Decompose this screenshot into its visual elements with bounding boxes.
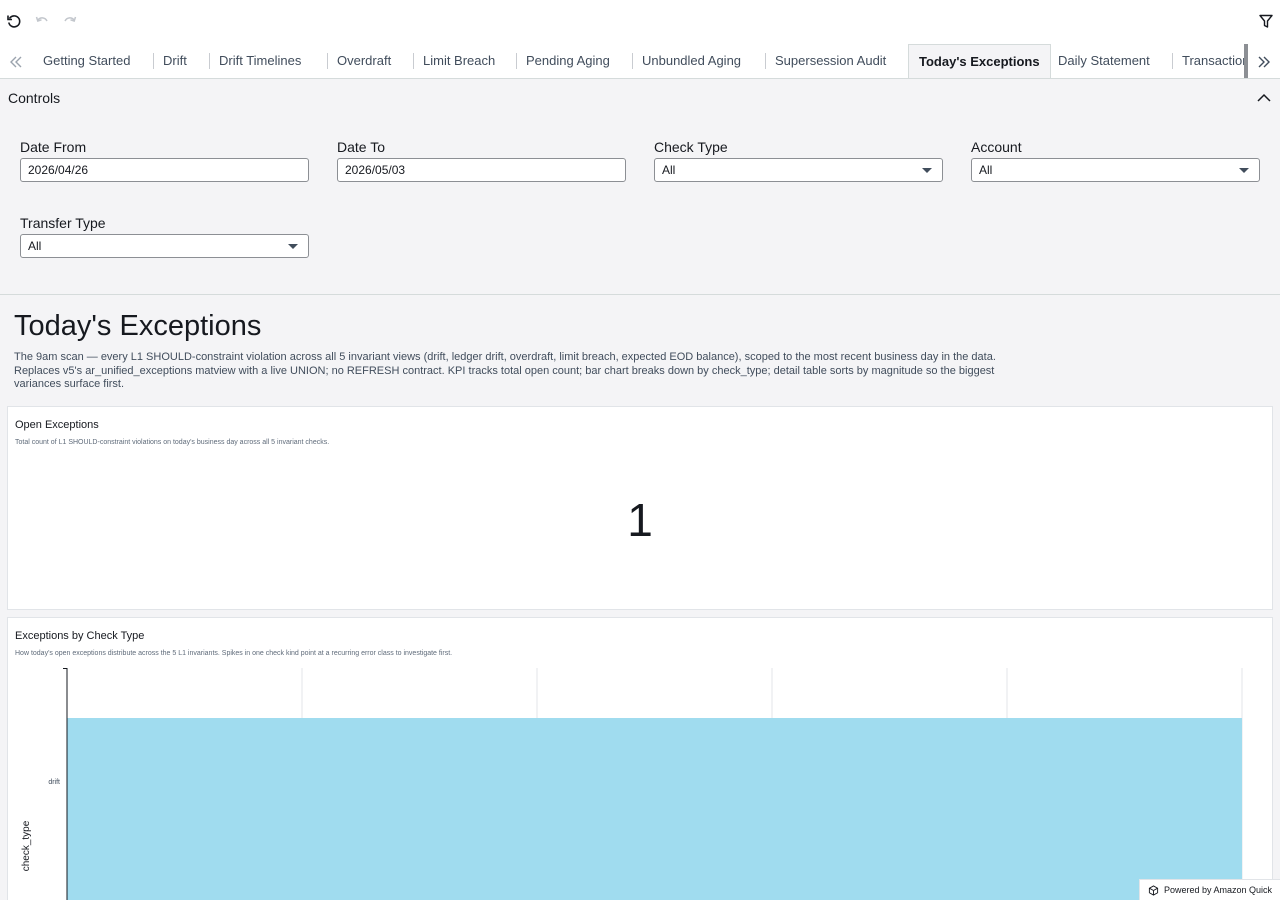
tab-unbundled-aging[interactable]: Unbundled Aging [632, 44, 751, 78]
caret-down-icon [1239, 168, 1249, 173]
check-type-value: All [662, 163, 676, 177]
tab-label: Unbundled Aging [642, 53, 742, 68]
exceptions-by-check-type-chart[interactable]: Exceptions by Check Type How today's ope… [7, 617, 1273, 900]
tab-daily-statement[interactable]: Daily Statement [1048, 44, 1160, 78]
date-from-control: Date From 2026/04/26 [20, 137, 309, 182]
transfer-type-select[interactable]: All [20, 234, 309, 258]
tab-transactions[interactable]: Transactions [1172, 44, 1248, 78]
tab-label: Drift Timelines [219, 53, 302, 68]
date-to-input[interactable]: 2026/05/03 [337, 158, 626, 182]
caret-down-icon [288, 244, 298, 249]
chevron-up-icon[interactable] [1255, 90, 1273, 106]
caret-down-icon [922, 168, 932, 173]
category-tick-label: drift [48, 779, 60, 786]
date-from-label: Date From [20, 139, 87, 155]
tab-label: Limit Breach [423, 53, 496, 68]
undo-icon[interactable] [33, 12, 51, 30]
sheet-tabs: Getting Started Drift Drift Timelines Ov… [32, 44, 1248, 78]
date-to-label: Date To [337, 139, 385, 155]
redo-icon[interactable] [61, 12, 79, 30]
check-type-label: Check Type [654, 139, 728, 155]
tab-overflow-shadow [1244, 44, 1248, 78]
transfer-type-value: All [28, 239, 42, 253]
date-from-value: 2026/04/26 [28, 163, 89, 177]
tab-label: Overdraft [337, 53, 392, 68]
controls-panel: Controls Date From 2026/04/26 Date To 20… [0, 79, 1280, 295]
check-type-select[interactable]: All [654, 158, 943, 182]
kpi-value: 1 [627, 494, 653, 546]
account-value: All [979, 163, 993, 177]
reset-icon[interactable] [5, 12, 23, 30]
tab-supersession-audit[interactable]: Supersession Audit [765, 44, 896, 78]
account-label: Account [971, 139, 1022, 155]
double-chevron-left-icon[interactable] [6, 52, 26, 72]
account-select[interactable]: All [971, 158, 1260, 182]
transfer-type-label: Transfer Type [20, 215, 106, 231]
tab-getting-started[interactable]: Getting Started [33, 44, 140, 78]
tab-pending-aging[interactable]: Pending Aging [516, 44, 620, 78]
tab-label: Drift [163, 53, 187, 68]
check-type-control: Check Type All [654, 137, 943, 182]
sheet-description: The 9am scan — every L1 SHOULD-constrain… [14, 351, 996, 390]
date-from-input[interactable]: 2026/04/26 [20, 158, 309, 182]
powered-by-badge: Powered by Amazon Quick [1139, 879, 1280, 900]
top-toolbar [0, 0, 1280, 44]
tab-limit-breach[interactable]: Limit Breach [413, 44, 505, 78]
controls-title: Controls [8, 90, 61, 106]
tab-drift[interactable]: Drift [153, 44, 197, 78]
tab-label: Daily Statement [1058, 53, 1150, 68]
kpi-title: Open Exceptions [15, 419, 99, 431]
sheet-title: Today's Exceptions [14, 310, 262, 342]
date-to-control: Date To 2026/05/03 [337, 137, 626, 182]
tab-label: Pending Aging [526, 53, 610, 68]
bar-chart-svg: drift check_type [21, 668, 1243, 900]
kpi-subtitle: Total count of L1 SHOULD-constraint viol… [15, 439, 330, 446]
tab-overdraft[interactable]: Overdraft [327, 44, 401, 78]
transfer-type-control: Transfer Type All [20, 213, 309, 258]
amazon-quick-logo-icon [1148, 884, 1159, 896]
filter-icon[interactable] [1257, 12, 1275, 30]
tab-todays-exceptions[interactable]: Today's Exceptions [908, 44, 1051, 78]
powered-by-text: Powered by Amazon Quick [1164, 885, 1273, 895]
tab-label: Today's Exceptions [919, 54, 1040, 69]
tab-label: Supersession Audit [775, 53, 887, 68]
open-exceptions-kpi[interactable]: Open Exceptions Total count of L1 SHOULD… [7, 406, 1273, 610]
double-chevron-right-icon[interactable] [1254, 52, 1274, 72]
y-axis-title: check_type [21, 820, 32, 871]
tab-drift-timelines[interactable]: Drift Timelines [209, 44, 311, 78]
bar-drift[interactable] [67, 718, 1242, 900]
date-to-value: 2026/05/03 [345, 163, 406, 177]
account-control: Account All [971, 137, 1260, 182]
sheet-tab-bar: Getting Started Drift Drift Timelines Ov… [0, 44, 1280, 79]
tab-label: Getting Started [43, 53, 131, 68]
tab-label: Transactions [1182, 53, 1248, 68]
